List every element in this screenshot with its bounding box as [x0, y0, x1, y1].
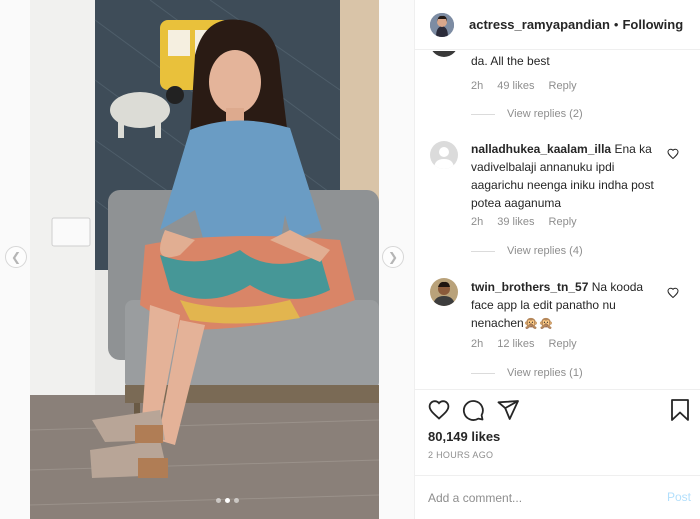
post-photo[interactable] — [30, 0, 379, 519]
carousel-dot — [234, 498, 239, 503]
author-avatar-image — [430, 12, 454, 37]
view-replies-button[interactable]: View replies (4) — [471, 245, 583, 257]
bookmark-icon — [671, 399, 689, 421]
comment-meta: 2h 49 likes Reply — [471, 80, 577, 92]
paper-plane-icon — [497, 400, 519, 420]
author-username[interactable]: actress_ramyapandian — [469, 17, 610, 32]
heart-icon — [428, 400, 450, 420]
comment-avatar[interactable] — [430, 141, 458, 169]
chevron-right-icon: ❯ — [387, 250, 399, 264]
view-replies-button[interactable]: View replies (2) — [471, 108, 583, 120]
view-replies-label: View replies (1) — [507, 367, 583, 379]
like-comment-button[interactable] — [667, 286, 679, 304]
like-comment-button[interactable] — [667, 147, 679, 165]
comment-likes[interactable]: 12 likes — [497, 338, 534, 350]
post-header: actress_ramyapandian • Following — [415, 0, 700, 50]
instagram-post-modal: ❮ ❯ actress_ramyapandian • Following da.… — [0, 0, 700, 519]
replies-divider — [471, 113, 495, 115]
heart-outline-icon — [667, 148, 679, 160]
comment-text-partial: da. All the best — [471, 54, 550, 68]
comment-likes[interactable]: 49 likes — [497, 80, 534, 92]
replies-divider — [471, 372, 495, 374]
comment-likes[interactable]: 39 likes — [497, 216, 534, 228]
comments-list[interactable]: da. All the best 2h 49 likes Reply View … — [415, 51, 700, 389]
user-photo-avatar — [430, 278, 458, 306]
comment-body: twin_brothers_tn_57 Na kooda face app la… — [471, 278, 665, 332]
carousel-dot-active — [225, 498, 230, 503]
following-button[interactable]: Following — [622, 17, 683, 32]
comment-button[interactable] — [461, 398, 485, 427]
save-button[interactable] — [669, 398, 691, 427]
reply-button[interactable]: Reply — [549, 216, 577, 228]
post-comment-button[interactable]: Post — [667, 490, 691, 504]
likes-count[interactable]: 80,149 likes — [428, 429, 500, 444]
previous-photo-button[interactable]: ❮ — [5, 246, 27, 268]
comment-avatar[interactable] — [430, 51, 458, 57]
add-comment-bar: Post — [415, 475, 700, 519]
comment-avatar[interactable] — [430, 278, 458, 306]
default-avatar-icon — [430, 141, 458, 169]
view-replies-button[interactable]: View replies (1) — [471, 367, 583, 379]
post-photo-illustration — [30, 0, 379, 519]
share-button[interactable] — [496, 398, 520, 427]
author-avatar[interactable] — [430, 12, 454, 37]
post-media-area: ❮ ❯ — [0, 0, 414, 519]
comment-time: 2h — [471, 80, 484, 92]
like-button[interactable] — [427, 398, 451, 427]
carousel-dot — [216, 498, 221, 503]
carousel-indicator — [216, 498, 239, 503]
comment-username[interactable]: nalladhukea_kaalam_illa — [471, 142, 611, 156]
post-actions: 80,149 likes 2 HOURS AGO Post — [415, 389, 700, 519]
heart-outline-icon — [667, 287, 679, 299]
view-replies-label: View replies (2) — [507, 108, 583, 120]
header-separator: • — [613, 17, 619, 32]
reply-button[interactable]: Reply — [549, 80, 577, 92]
comment-time: 2h — [471, 216, 484, 228]
comment-time: 2h — [471, 338, 484, 350]
replies-divider — [471, 250, 495, 252]
post-timestamp[interactable]: 2 HOURS AGO — [428, 450, 493, 460]
view-replies-label: View replies (4) — [507, 245, 583, 257]
add-comment-input[interactable] — [428, 488, 648, 508]
comment-username[interactable]: twin_brothers_tn_57 — [471, 280, 588, 294]
chevron-left-icon: ❮ — [10, 250, 22, 264]
next-photo-button[interactable]: ❯ — [382, 246, 404, 268]
comment-body: nalladhukea_kaalam_illa Ena ka vadivelba… — [471, 140, 665, 212]
reply-button[interactable]: Reply — [549, 338, 577, 350]
post-sidebar: actress_ramyapandian • Following da. All… — [414, 0, 700, 519]
comment-meta: 2h 12 likes Reply — [471, 338, 577, 350]
comment-icon — [462, 400, 484, 421]
comment-meta: 2h 39 likes Reply — [471, 216, 577, 228]
